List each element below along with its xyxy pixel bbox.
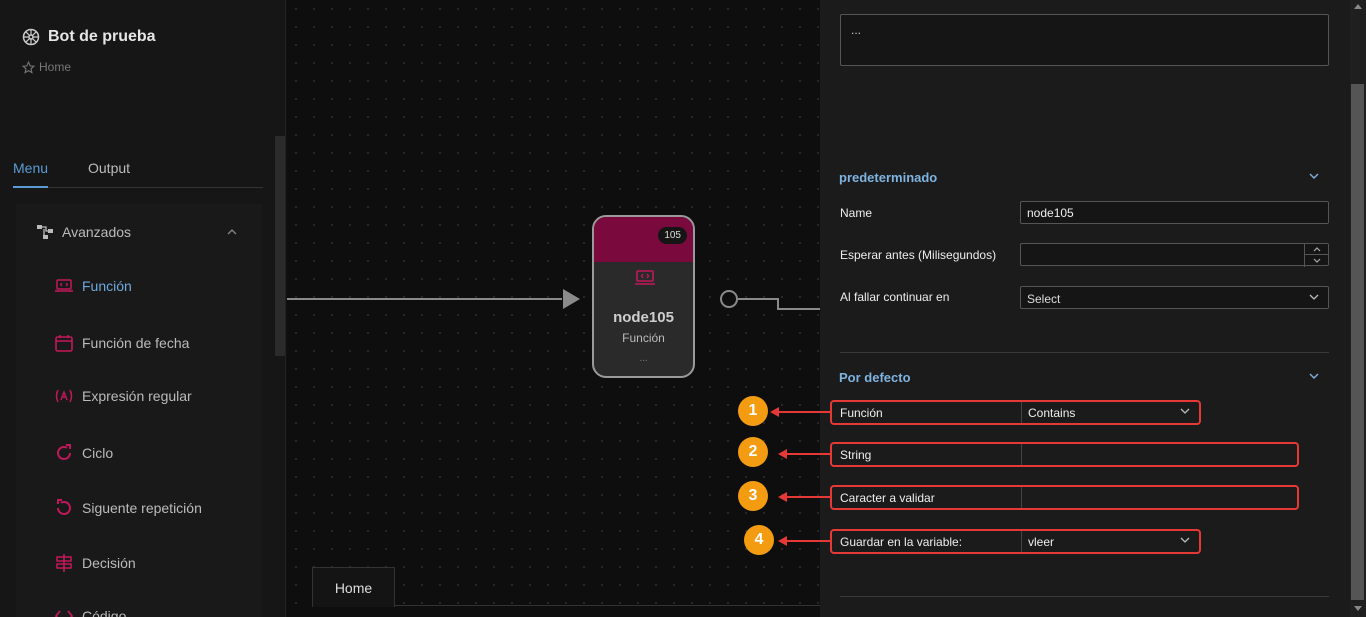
hierarchy-icon [37, 225, 53, 239]
sidebar-scrollbar[interactable] [275, 136, 285, 356]
breadcrumb[interactable]: Home [22, 60, 71, 74]
section-title-predeterminado[interactable]: predeterminado [839, 170, 937, 185]
name-input[interactable] [1020, 201, 1329, 224]
menu-panel: Avanzados Función Función de fecha Expre… [16, 204, 262, 617]
scroll-down-icon[interactable] [1354, 606, 1362, 611]
annotation-arrowhead [778, 449, 787, 459]
sidebar-item-label: Código [82, 608, 127, 617]
sidebar-item-codigo[interactable]: Código [54, 606, 126, 617]
undo-icon [57, 499, 71, 515]
sidebar-item-label: Decisión [82, 555, 136, 571]
fail-label: Al fallar continuar en [840, 290, 950, 304]
sidebar-item-label: Siguente repetición [82, 500, 202, 516]
name-label: Name [840, 206, 873, 220]
chevron-up-icon[interactable] [226, 226, 238, 238]
loop-icon [57, 444, 71, 460]
flow-node[interactable]: 105 node105 Función ... [592, 215, 695, 378]
highlight-funcion [830, 400, 1201, 425]
app-title: Bot de prueba [48, 28, 156, 45]
flow-canvas[interactable]: 105 node105 Función ... Home [287, 0, 820, 617]
wait-label: Esperar antes (Milisegundos) [840, 248, 997, 262]
edge-arrowhead [563, 289, 580, 309]
sidebar-item-ciclo[interactable]: Ciclo [54, 443, 113, 463]
node-title: node105 [613, 309, 674, 326]
tab-home[interactable]: Home [312, 567, 395, 607]
sidebar-item-funcion-fecha[interactable]: Función de fecha [54, 333, 189, 353]
tab-menu[interactable]: Menu [13, 160, 49, 188]
regex-icon [55, 389, 73, 403]
sidebar-item-label: Función [82, 278, 132, 294]
outgoing-edge [738, 298, 778, 300]
chevron-down-icon[interactable] [1308, 370, 1320, 382]
sidebar-item-siguente-repeticion[interactable]: Siguente repetición [54, 498, 202, 518]
chevron-down-icon [1309, 294, 1319, 300]
laptop-code-icon [55, 279, 73, 292]
highlight-string [830, 442, 1299, 467]
ship-wheel-icon [22, 28, 40, 46]
output-port[interactable] [720, 290, 738, 308]
section-divider [840, 352, 1329, 353]
sidebar-item-decision[interactable]: Decisión [54, 553, 136, 573]
code-icon [54, 610, 74, 617]
group-avanzados[interactable]: Avanzados [36, 222, 246, 242]
annotation-badge-3: 3 [738, 481, 768, 511]
laptop-code-icon [635, 270, 655, 285]
annotation-badge-2: 2 [738, 437, 768, 467]
annotation-badge-4: 4 [744, 525, 774, 555]
highlight-variable [830, 529, 1201, 554]
signpost-icon [56, 554, 72, 572]
sidebar-item-label: Función de fecha [82, 335, 190, 351]
node-subtitle: Función [622, 331, 665, 345]
section-title-por-defecto[interactable]: Por defecto [839, 370, 911, 385]
sidebar: Bot de prueba Home Menu Output Avanzados… [0, 0, 286, 617]
spin-down-icon[interactable] [1305, 255, 1328, 266]
node-description: ... [639, 353, 648, 364]
app-window: Bot de prueba Home Menu Output Avanzados… [0, 0, 1366, 617]
sidebar-item-expresion-regular[interactable]: Expresión regular [54, 388, 192, 404]
chevron-down-icon[interactable] [1308, 170, 1320, 182]
sidebar-item-label: Ciclo [82, 445, 114, 461]
calendar-icon [55, 335, 73, 352]
annotation-arrow [786, 540, 830, 542]
fail-select[interactable]: Select [1020, 286, 1329, 309]
sidebar-tabs: Menu Output [13, 150, 263, 188]
fail-select-value: Select [1027, 292, 1061, 306]
node-header: 105 [594, 217, 693, 262]
annotation-arrowhead [770, 407, 779, 417]
group-label: Avanzados [62, 224, 132, 240]
spin-up-icon[interactable] [1305, 244, 1328, 255]
number-spinner[interactable] [1304, 244, 1328, 267]
annotation-arrow [778, 411, 830, 413]
properties-panel: predeterminado Name Esperar antes (Milis… [820, 0, 1350, 617]
scroll-up-icon[interactable] [1354, 4, 1362, 9]
breadcrumb-home[interactable]: Home [39, 60, 71, 74]
tab-output[interactable]: Output [88, 160, 130, 176]
highlight-caracter [830, 485, 1299, 510]
brand: Bot de prueba [22, 28, 156, 46]
node-id-badge: 105 [658, 227, 687, 244]
sidebar-item-funcion[interactable]: Función [54, 278, 132, 294]
incoming-edge [287, 298, 562, 300]
annotation-arrowhead [778, 536, 787, 546]
wait-input[interactable] [1020, 243, 1329, 267]
sidebar-item-label: Expresión regular [82, 388, 192, 404]
page-scrollbar-thumb[interactable] [1351, 84, 1364, 600]
star-icon [22, 60, 35, 74]
annotation-arrow [786, 453, 830, 455]
annotation-badge-1: 1 [738, 396, 768, 426]
outgoing-edge [777, 308, 820, 310]
annotation-arrowhead [778, 492, 787, 502]
description-textarea[interactable] [840, 14, 1329, 66]
section-divider [840, 596, 1329, 597]
annotation-arrow [786, 496, 830, 498]
